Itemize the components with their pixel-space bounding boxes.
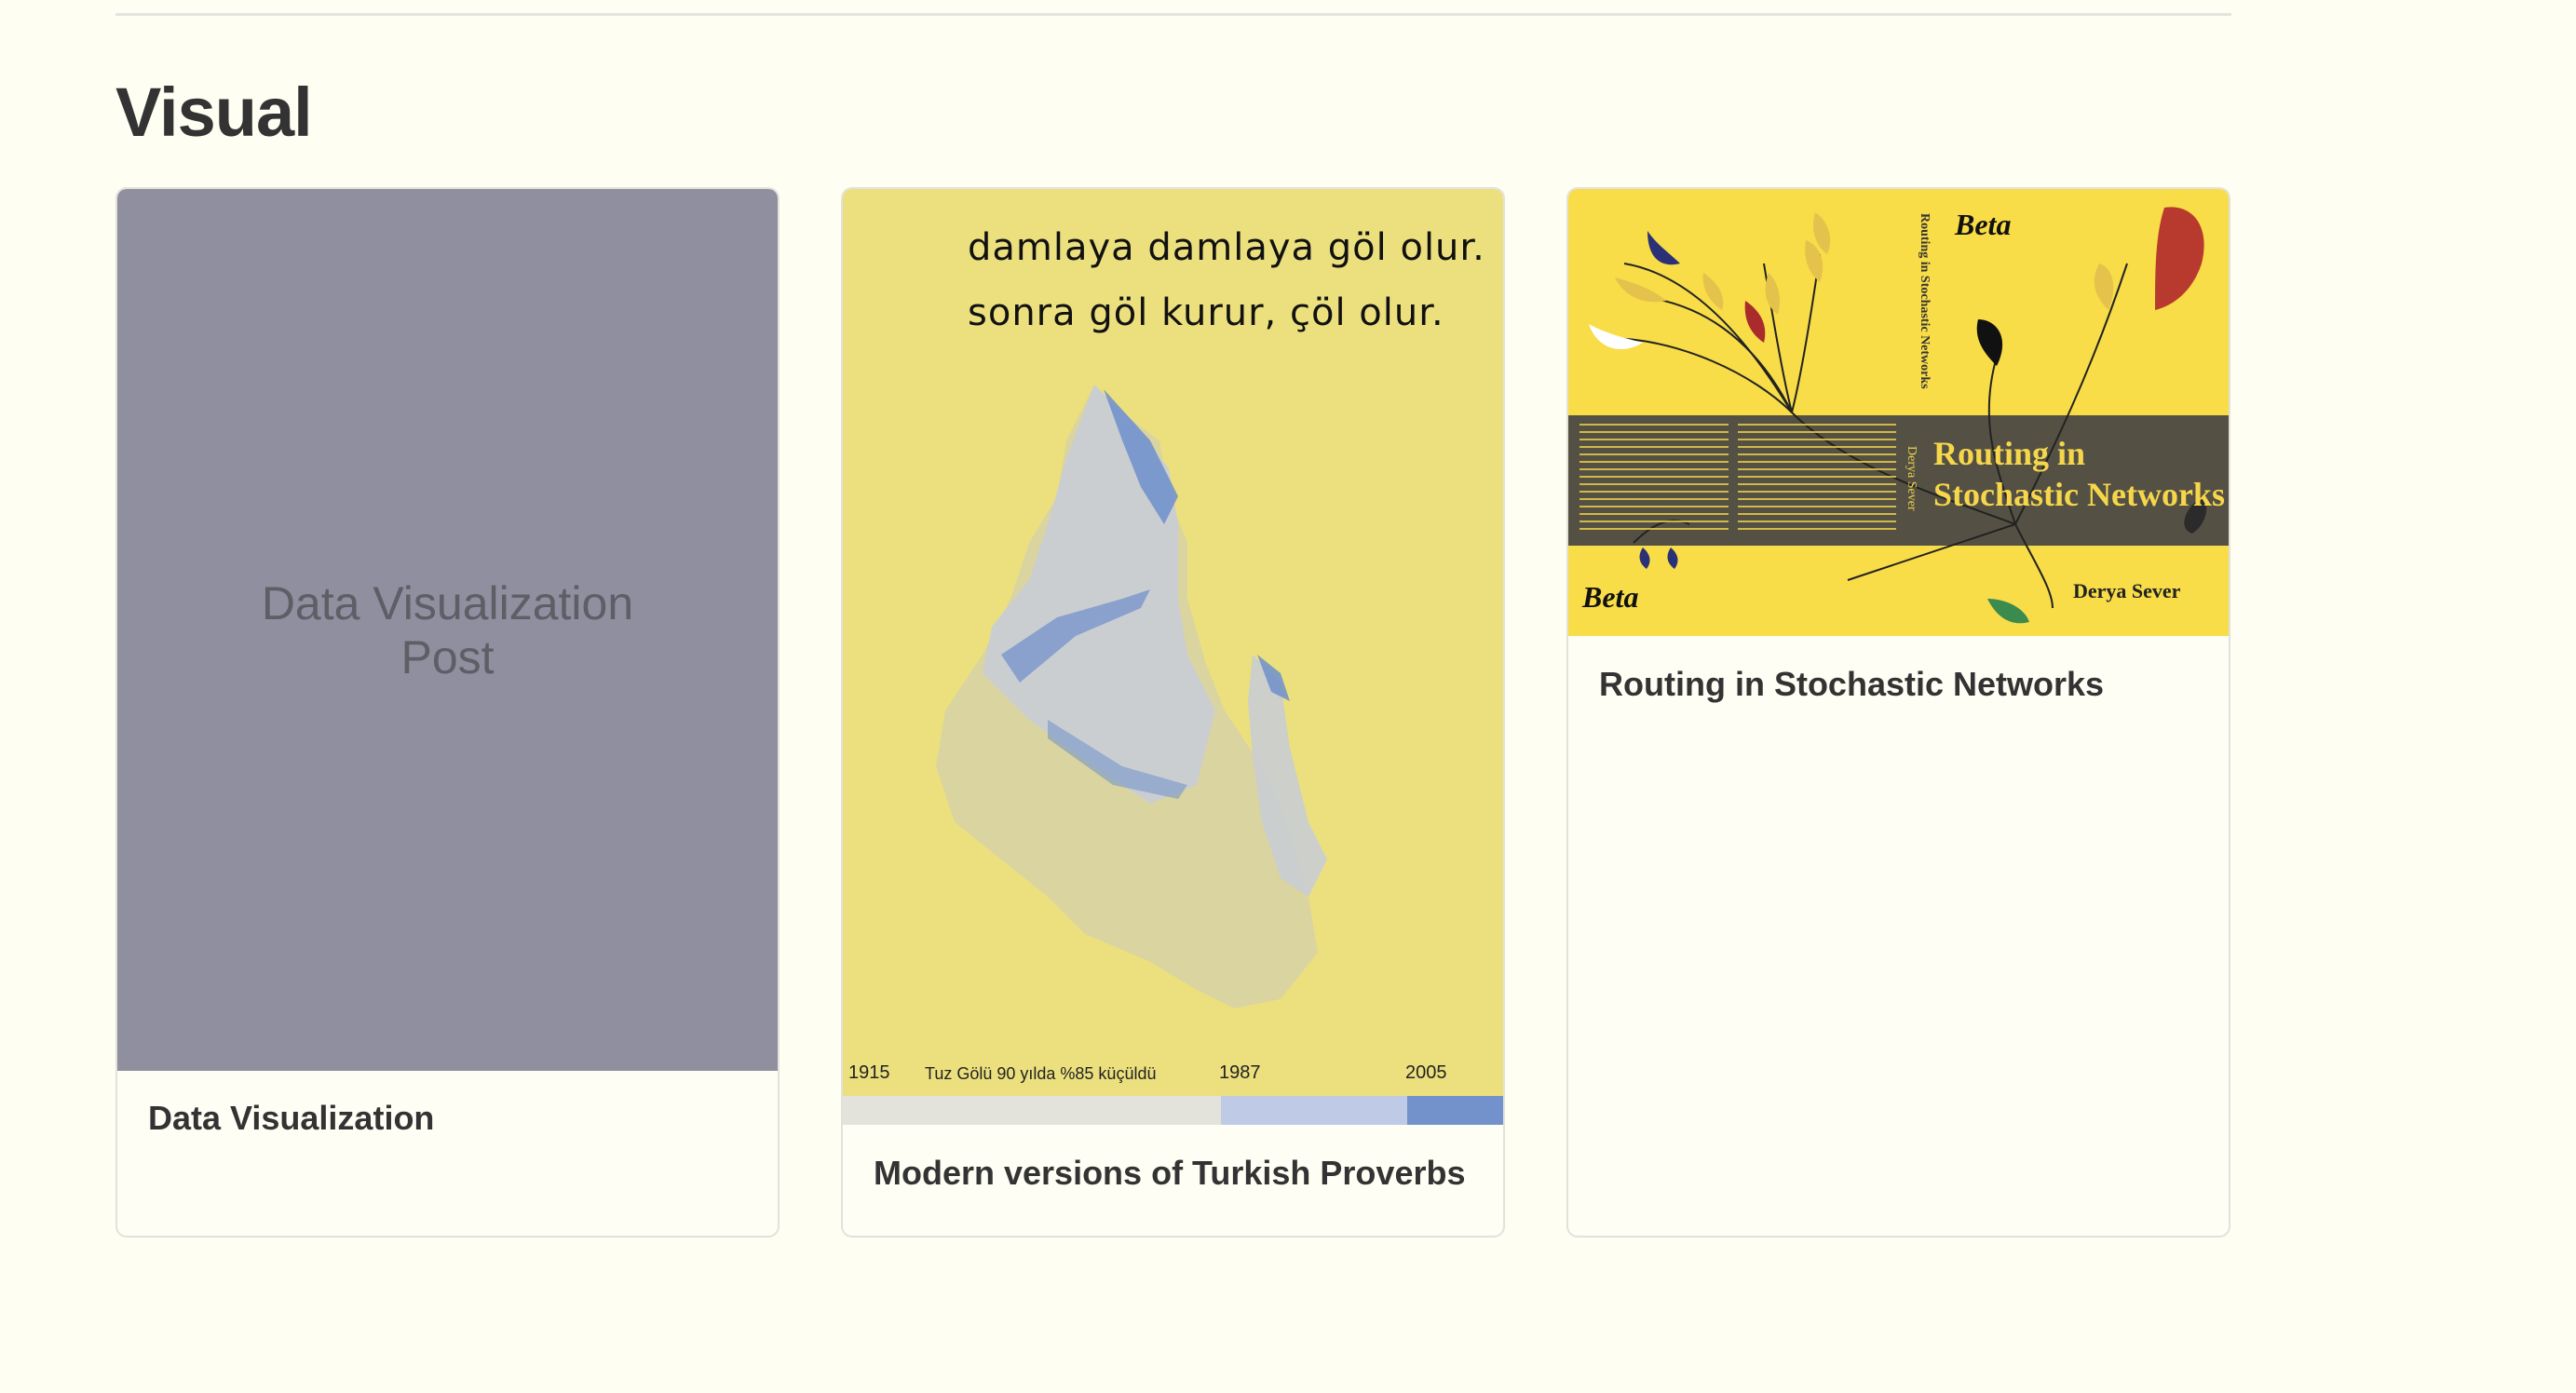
beta-logo-front: Beta <box>1955 208 2012 241</box>
poster-year-start: 1915 <box>848 1062 890 1083</box>
beta-logo-back: Beta <box>1582 580 1639 614</box>
timeline-bar-1915 <box>843 1096 1221 1125</box>
card-title[interactable]: Modern versions of Turkish Proverbs <box>874 1154 1465 1193</box>
cover-author: Derya Sever <box>2073 579 2181 602</box>
timeline-bar-1987 <box>1221 1096 1407 1125</box>
lake-map-illustration <box>936 385 1327 1008</box>
placeholder-text: Data Visualization Post <box>252 576 644 684</box>
top-divider <box>115 13 2231 16</box>
mobile-sculpture-illustration <box>1589 207 2207 624</box>
back-cover-text <box>1738 424 1896 535</box>
cover-title: Routing in Stochastic Networks <box>1933 433 2225 515</box>
section-title: Visual <box>115 74 313 151</box>
poster-year-end: 2005 <box>1405 1062 1447 1083</box>
timeline-bar-2005 <box>1407 1096 1503 1125</box>
poster-image: damlaya damlaya göl olur. sonra göl kuru… <box>843 189 1503 1125</box>
placeholder-text-content: Data Visualization Post <box>261 576 634 683</box>
poster-caption: Tuz Gölü 90 yılda %85 küçüldü <box>925 1064 1157 1083</box>
cover-title-line-1: Routing in <box>1933 435 2086 472</box>
book-cover-image: Routing in Stochastic Networks Derya Sev… <box>1568 189 2229 636</box>
spine-title: Routing in Stochastic Networks <box>1918 213 1932 389</box>
card-title[interactable]: Data Visualization <box>148 1099 434 1138</box>
post-card-turkish-proverbs[interactable]: damlaya damlaya göl olur. sonra göl kuru… <box>841 187 1505 1237</box>
back-cover-quote <box>1579 424 1729 535</box>
card-title[interactable]: Routing in Stochastic Networks <box>1599 665 2104 704</box>
post-card-data-visualization[interactable]: Data Visualization Post Data Visualizati… <box>115 187 780 1237</box>
spine-author: Derya Sever <box>1905 446 1918 511</box>
post-card-routing-stochastic-networks[interactable]: Routing in Stochastic Networks Derya Sev… <box>1566 187 2230 1237</box>
placeholder-image: Data Visualization Post <box>117 189 778 1071</box>
cover-title-line-2: Stochastic Networks <box>1933 476 2225 513</box>
poster-year-mid: 1987 <box>1219 1062 1261 1083</box>
